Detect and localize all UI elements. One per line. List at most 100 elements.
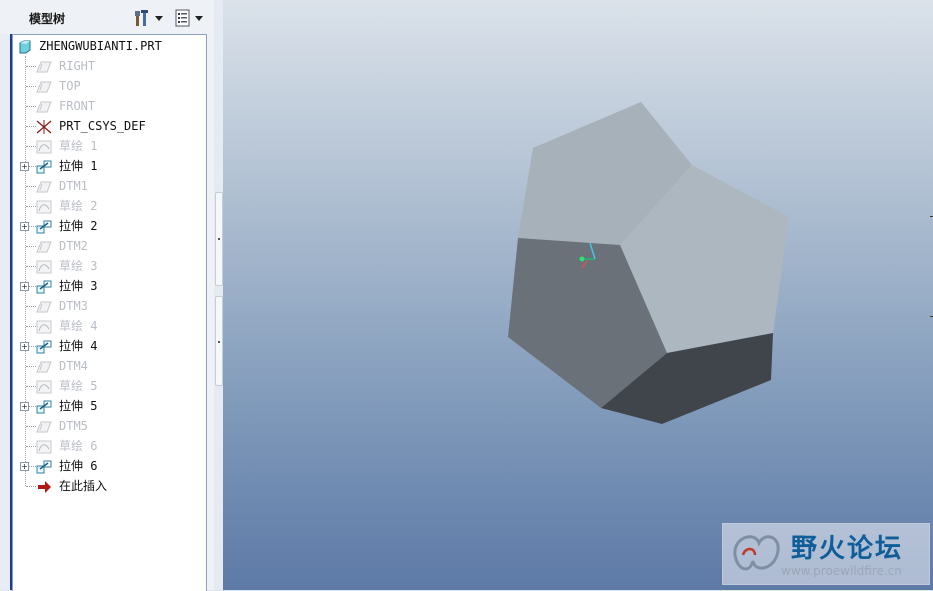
tree-item-label: 拉伸 6 (59, 459, 98, 473)
tree-item[interactable]: ZHENGWUBIANTI.PRT (13, 36, 206, 56)
tree-branch-line (26, 386, 36, 387)
extrude-icon (36, 339, 52, 354)
model-tree-title: 模型树 (29, 12, 66, 26)
sketch-icon (36, 439, 52, 454)
expand-icon[interactable]: + (20, 462, 29, 471)
expand-icon[interactable]: + (20, 222, 29, 231)
tree-item-label: 草绘 3 (59, 259, 98, 273)
splitter-grip-lower[interactable] (215, 296, 223, 386)
tree-item[interactable]: DTM4 (13, 356, 206, 376)
tree-branch-line (26, 446, 36, 447)
tree-item-label: 草绘 1 (59, 139, 98, 153)
tree-item[interactable]: + 拉伸 1 (13, 156, 206, 176)
panel-left-edge (0, 34, 10, 590)
tree-item[interactable]: + 拉伸 2 (13, 216, 206, 236)
tree-item[interactable]: DTM2 (13, 236, 206, 256)
tree-branch-line (26, 246, 36, 247)
datum-plane-icon (36, 179, 52, 193)
tree-item[interactable]: DTM5 (13, 416, 206, 436)
tree-branch-line (26, 306, 36, 307)
tree-item-label: 拉伸 5 (59, 399, 98, 413)
tree-item[interactable]: 草绘 6 (13, 436, 206, 456)
datum-plane-icon (36, 239, 52, 253)
tree-item-label: 拉伸 2 (59, 219, 98, 233)
tree-item-label: 拉伸 3 (59, 279, 98, 293)
csys-icon (36, 119, 52, 134)
sketch-icon (36, 259, 52, 274)
list-icon (175, 9, 190, 27)
show-dropdown-button[interactable] (174, 8, 203, 28)
tree-branch-line (26, 266, 36, 267)
tree-item-label: 拉伸 4 (59, 339, 98, 353)
tree-item-label: DTM1 (59, 179, 88, 193)
expand-icon[interactable]: + (20, 402, 29, 411)
tree-item-label: 草绘 4 (59, 319, 98, 333)
tools-icon (135, 10, 148, 26)
tree-item[interactable]: + 拉伸 6 (13, 456, 206, 476)
tree-item[interactable]: TOP (13, 76, 206, 96)
tree-branch-line (26, 146, 36, 147)
watermark: 野火论坛 www.proewildfire.cn (722, 523, 930, 585)
splitter-grip-upper[interactable] (215, 192, 223, 286)
tree-item[interactable]: 草绘 5 (13, 376, 206, 396)
datum-plane-icon (36, 419, 52, 433)
sketch-icon (36, 199, 52, 214)
settings-dropdown-button[interactable] (134, 8, 163, 28)
sketch-icon (36, 319, 52, 334)
tree-item-label: ZHENGWUBIANTI.PRT (39, 39, 162, 53)
model-tree: ZHENGWUBIANTI.PRT RIGHT TOP FRONT PRT_CSYS_D… (12, 34, 207, 591)
tree-item[interactable]: RIGHT (13, 56, 206, 76)
datum-plane-icon (36, 299, 52, 313)
tree-item[interactable]: 在此插入 (13, 476, 206, 496)
tree-branch-line (26, 326, 36, 327)
grip-dot (218, 341, 220, 343)
expand-icon[interactable]: + (20, 162, 29, 171)
datum-plane-icon (36, 79, 52, 93)
tree-item[interactable]: DTM1 (13, 176, 206, 196)
tree-item-label: DTM5 (59, 419, 88, 433)
datum-plane-icon (36, 359, 52, 373)
model-tree-header: 模型树 (0, 0, 214, 34)
tree-item[interactable]: + 拉伸 5 (13, 396, 206, 416)
watermark-title: 野火论坛 (791, 534, 904, 564)
tree-branch-line (26, 126, 36, 127)
tree-item-label: RIGHT (59, 59, 96, 73)
extrude-icon (36, 219, 52, 234)
expand-icon[interactable]: + (20, 282, 29, 291)
dodecahedron-model[interactable] (223, 0, 933, 590)
tree-item-label: 拉伸 1 (59, 159, 98, 173)
datum-plane-icon (36, 59, 52, 73)
forum-logo-icon (733, 535, 780, 571)
tree-item-label: DTM3 (59, 299, 88, 313)
graphics-viewport[interactable]: 野火论坛 www.proewildfire.cn (223, 0, 933, 590)
tree-item[interactable]: 草绘 1 (13, 136, 206, 156)
tree-item[interactable]: + 拉伸 4 (13, 336, 206, 356)
tree-item-label: DTM4 (59, 359, 88, 373)
panel-splitter[interactable] (214, 0, 223, 590)
tree-item[interactable]: 草绘 2 (13, 196, 206, 216)
tree-item-label: TOP (59, 79, 81, 93)
tree-item[interactable]: PRT_CSYS_DEF (13, 116, 206, 136)
tree-branch-line (26, 206, 36, 207)
tree-item-label: PRT_CSYS_DEF (59, 119, 146, 133)
tree-branch-line (26, 426, 36, 427)
expand-icon[interactable]: + (20, 342, 29, 351)
csys-origin (579, 256, 585, 262)
tree-branch-line (26, 66, 36, 67)
model-tree-panel: 模型树 ZHENGWUBIANTI.PRT RIGHT TOP FRONT PRT_CS… (0, 0, 215, 591)
tree-item[interactable]: DTM3 (13, 296, 206, 316)
tree-branch-line (26, 366, 36, 367)
extrude-icon (36, 279, 52, 294)
tree-item[interactable]: 草绘 3 (13, 256, 206, 276)
tree-branch-line (26, 106, 36, 107)
extrude-icon (36, 399, 52, 414)
sketch-icon (36, 379, 52, 394)
tree-branch-line (26, 486, 36, 487)
tree-item-label: 草绘 2 (59, 199, 98, 213)
tree-item[interactable]: 草绘 4 (13, 316, 206, 336)
tree-branch-line (26, 186, 36, 187)
chevron-down-icon (195, 15, 203, 21)
tree-item[interactable]: FRONT (13, 96, 206, 116)
tree-item[interactable]: + 拉伸 3 (13, 276, 206, 296)
part-icon (17, 39, 33, 54)
